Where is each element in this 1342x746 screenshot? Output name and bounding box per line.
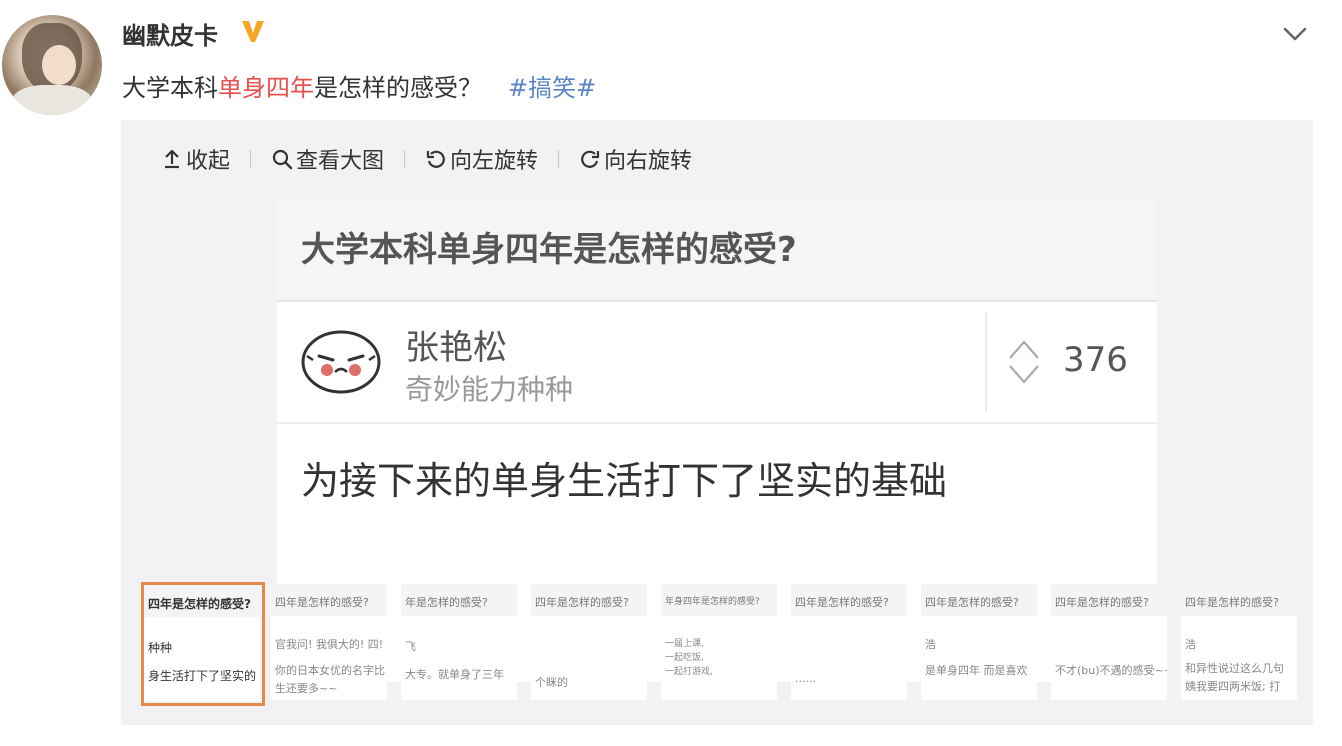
- answer-author-row: 张艳松 奇妙能力种种 376: [277, 302, 1157, 424]
- thumbnail-title: 四年是怎样的感受?: [1055, 596, 1149, 609]
- thumbnail-body: 个眯的: [531, 616, 647, 700]
- thumbnail-line: 官我问! 我俱大的! 四!: [275, 638, 384, 651]
- thumbnail-line: 不才(bu)不遇的感受~~: [1055, 664, 1167, 677]
- thumbnail-4[interactable]: 四年是怎样的感受? 个眯的: [531, 584, 647, 700]
- toolbar-divider: [250, 150, 252, 168]
- thumbnail-3[interactable]: 年是怎样的感受? 飞 大专。就单身了三年: [401, 584, 517, 700]
- thumbnail-line: 你的日本女优的名字比: [275, 664, 385, 677]
- media-toolbar: 收起 查看大图 向左旋转 向右旋转: [161, 144, 692, 174]
- post-text-before: 大学本科: [122, 74, 218, 102]
- vote-divider: [985, 312, 987, 412]
- thumbnail-line: 姨我要四两米饭; 打: [1185, 680, 1281, 693]
- thumbnail-2[interactable]: 四年是怎样的感受? 官我问! 我俱大的! 四! 你的日本女优的名字比 生还要多~…: [271, 584, 387, 700]
- thumbnail-body: 浩 是单身四年 而是喜欢: [921, 616, 1037, 700]
- thumbnail-line: ......: [795, 672, 816, 685]
- answer-text: 为接下来的单身生活打下了坚实的基础: [301, 459, 948, 503]
- thumbnail-line: 浩: [1185, 638, 1196, 651]
- thumbnail-body: 一届上课, 一起吃饭, 一起打游戏,: [661, 616, 777, 700]
- thumbnail-title: 年身四年是怎样的感受?: [665, 597, 760, 607]
- thumbnail-body: 浩 和异性说过这么几句 姨我要四两米饭; 打: [1181, 616, 1297, 700]
- rotate-right-label: 向右旋转: [604, 149, 693, 174]
- user-avatar[interactable]: [2, 15, 102, 115]
- rotate-left-button[interactable]: 向左旋转: [425, 143, 538, 175]
- thumbnail-body: ......: [791, 616, 907, 700]
- collapse-icon: [165, 149, 179, 169]
- thumbnail-strip: 四年是怎样的感受? 种种 身生活打下了坚实的 四年是怎样的感受? 官我问! 我俱…: [141, 582, 1311, 706]
- thumbnail-line: 是单身四年 而是喜欢: [925, 664, 1028, 677]
- thumbnail-title: 四年是怎样的感受?: [925, 596, 1019, 609]
- rotate-right-button[interactable]: 向右旋转: [579, 143, 692, 175]
- thumbnail-5[interactable]: 年身四年是怎样的感受? 一届上课, 一起吃饭, 一起打游戏,: [661, 584, 777, 700]
- thumbnail-line: 一起吃饭,: [665, 653, 704, 663]
- thumbnail-title: 四年是怎样的感受?: [535, 596, 629, 609]
- rotate-left-label: 向左旋转: [450, 149, 539, 174]
- toolbar-divider: [558, 150, 560, 168]
- toolbar-divider: [404, 150, 406, 168]
- thumbnail-7[interactable]: 四年是怎样的感受? 浩 是单身四年 而是喜欢: [921, 584, 1037, 700]
- vote-arrows-icon: [1009, 340, 1039, 384]
- thumbnail-line: 生还要多~~: [275, 682, 338, 695]
- thumbnail-body: 不才(bu)不遇的感受~~: [1051, 616, 1167, 700]
- thumbnail-title: 四年是怎样的感受?: [795, 596, 889, 609]
- thumbnail-line: 一届上课,: [665, 639, 704, 649]
- avatar-shoulder: [12, 85, 92, 115]
- thumbnail-title: 四年是怎样的感受?: [148, 597, 251, 611]
- view-large-button[interactable]: 查看大图: [271, 143, 384, 175]
- collapse-label: 收起: [186, 149, 231, 174]
- thumbnail-line: 和异性说过这么几句: [1185, 662, 1284, 675]
- question-title: 大学本科单身四年是怎样的感受?: [301, 230, 797, 270]
- thumbnail-1[interactable]: 四年是怎样的感受? 种种 身生活打下了坚实的: [141, 582, 265, 706]
- verified-v-icon: [242, 21, 264, 42]
- post-text-after: 是怎样的感受？: [314, 74, 482, 102]
- thumbnail-title: 四年是怎样的感受?: [275, 596, 369, 609]
- username[interactable]: 幽默皮卡: [122, 16, 218, 51]
- hashtag-link[interactable]: #搞笑#: [508, 74, 596, 102]
- post-text-highlight[interactable]: 单身四年: [218, 74, 314, 102]
- thumbnail-line: 飞: [405, 640, 416, 653]
- chevron-down-icon[interactable]: [1281, 22, 1309, 46]
- question-header: 大学本科单身四年是怎样的感受?: [277, 200, 1157, 302]
- thumbnail-9[interactable]: 四年是怎样的感受? 浩 和异性说过这么几句 姨我要四两米饭; 打: [1181, 584, 1297, 700]
- thumbnail-line: 身生活打下了坚实的: [148, 669, 257, 683]
- avatar-face: [42, 45, 76, 85]
- thumbnail-title: 四年是怎样的感受?: [1185, 596, 1279, 609]
- thumbnail-8[interactable]: 四年是怎样的感受? 不才(bu)不遇的感受~~: [1051, 584, 1167, 700]
- thumbnail-6[interactable]: 四年是怎样的感受? ......: [791, 584, 907, 700]
- post-text: 大学本科单身四年是怎样的感受？ #搞笑#: [122, 68, 596, 103]
- vote-count: 376: [1063, 340, 1128, 380]
- view-large-label: 查看大图: [296, 149, 385, 174]
- thumbnail-line: 大专。就单身了三年: [405, 668, 504, 681]
- author-avatar-icon: [301, 330, 381, 394]
- thumbnail-body: 飞 大专。就单身了三年: [401, 616, 517, 700]
- thumbnail-line: 个眯的: [535, 676, 568, 689]
- thumbnail-line: 浩: [925, 638, 936, 651]
- media-panel: 收起 查看大图 向左旋转 向右旋转 大学本科单身四年是怎样的感受? 张艳松 奇妙…: [121, 120, 1313, 725]
- answer-author-name: 张艳松: [405, 328, 507, 368]
- rotate-right-icon: [581, 150, 600, 168]
- thumbnail-title: 年是怎样的感受?: [405, 596, 488, 609]
- collapse-button[interactable]: 收起: [161, 143, 230, 175]
- thumbnail-line: 一起打游戏,: [665, 667, 713, 677]
- thumbnail-body: 种种 身生活打下了坚实的: [144, 617, 260, 701]
- answer-author-bio: 奇妙能力种种: [405, 373, 574, 406]
- search-icon: [272, 149, 293, 170]
- rotate-left-icon: [426, 150, 445, 168]
- thumbnail-line: 种种: [148, 641, 173, 655]
- thumbnail-body: 官我问! 我俱大的! 四! 你的日本女优的名字比 生还要多~~: [271, 616, 387, 700]
